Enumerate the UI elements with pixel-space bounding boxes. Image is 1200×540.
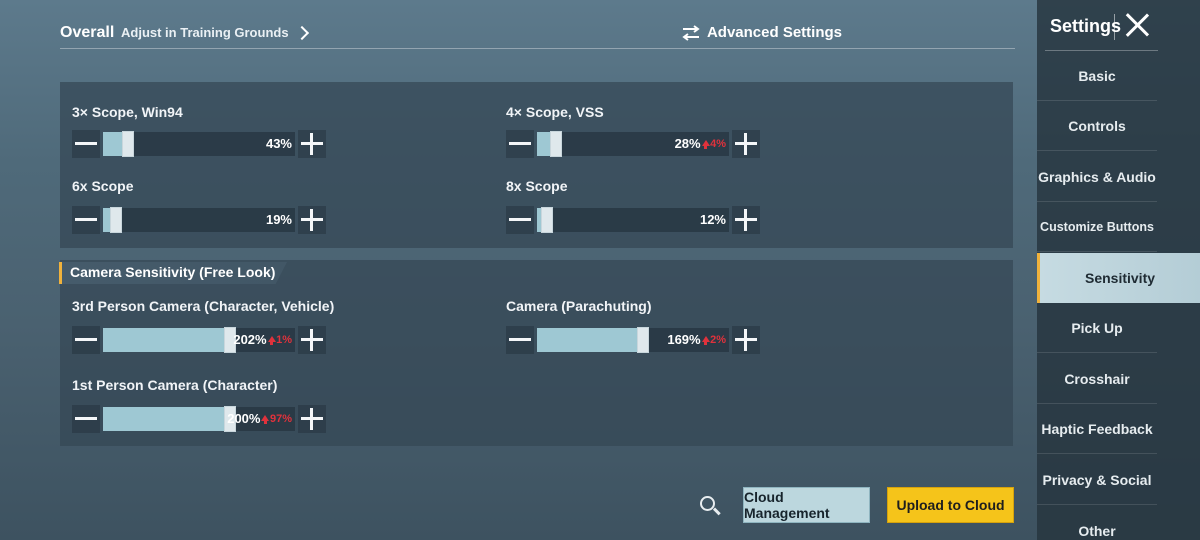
minus-button[interactable] xyxy=(506,130,534,158)
slider-value: 200% 97% xyxy=(227,411,292,426)
slider-thumb[interactable] xyxy=(122,131,134,157)
delta-indicator: 2% xyxy=(701,333,726,346)
minus-button[interactable] xyxy=(506,206,534,234)
slider-track[interactable]: 28% 4% xyxy=(537,131,729,157)
slider-value: 12% xyxy=(700,212,726,227)
slider-fill xyxy=(103,407,230,431)
slider-track[interactable]: 12% xyxy=(537,207,729,233)
third-person-slider: 202% 1% xyxy=(72,325,326,355)
value-text: 19% xyxy=(265,212,292,227)
scope-3x-slider: 43% xyxy=(72,129,326,159)
scope-4x-label: 4× Scope, VSS xyxy=(506,104,604,120)
scope-6x-slider: 19% xyxy=(72,205,326,235)
slider-thumb[interactable] xyxy=(110,207,122,233)
value-text: 200% xyxy=(227,411,261,426)
value-text: 169% xyxy=(667,332,701,347)
slider-value: 202% 1% xyxy=(233,332,292,347)
sidebar-item-graphics-audio[interactable]: Graphics & Audio xyxy=(1037,152,1157,202)
value-text: 28% xyxy=(674,136,701,151)
plus-button[interactable] xyxy=(298,326,326,354)
slider-track[interactable]: 200% 97% xyxy=(103,406,295,432)
delta-text: 1% xyxy=(276,333,292,346)
slider-value: 19% xyxy=(266,212,292,227)
chevron-right-icon xyxy=(294,25,309,40)
scope-8x-slider: 12% xyxy=(506,205,760,235)
slider-value: 169% 2% xyxy=(667,332,726,347)
close-icon[interactable] xyxy=(1124,12,1150,38)
slider-thumb[interactable] xyxy=(541,207,553,233)
slider-track[interactable]: 43% xyxy=(103,131,295,157)
slider-value: 43% xyxy=(266,136,292,151)
divider xyxy=(60,48,1015,49)
sidebar-item-sensitivity[interactable]: Sensitivity xyxy=(1037,253,1200,303)
slider-fill xyxy=(103,328,230,352)
minus-button[interactable] xyxy=(72,326,100,354)
first-person-label: 1st Person Camera (Character) xyxy=(72,377,278,393)
scope-3x-label: 3× Scope, Win94 xyxy=(72,104,183,120)
swap-arrows-icon xyxy=(682,24,700,41)
sidebar-item-pick-up[interactable]: Pick Up xyxy=(1037,303,1157,353)
sidebar-item-haptic-feedback[interactable]: Haptic Feedback xyxy=(1037,404,1157,454)
advanced-settings-button[interactable]: Advanced Settings xyxy=(681,24,842,41)
tab-adjust-training-grounds[interactable]: Adjust in Training Grounds xyxy=(121,25,309,40)
minus-button[interactable] xyxy=(72,206,100,234)
slider-track[interactable]: 19% xyxy=(103,207,295,233)
third-person-label: 3rd Person Camera (Character, Vehicle) xyxy=(72,298,335,314)
advanced-settings-label: Advanced Settings xyxy=(706,24,842,41)
minus-button[interactable] xyxy=(72,405,100,433)
tab-adjust-label: Adjust in Training Grounds xyxy=(121,25,289,40)
upload-to-cloud-button[interactable]: Upload to Cloud xyxy=(887,487,1014,523)
plus-button[interactable] xyxy=(732,326,760,354)
delta-indicator: 97% xyxy=(261,413,292,425)
sidebar-item-customize-buttons[interactable]: Customize Buttons xyxy=(1037,202,1157,252)
slider-thumb[interactable] xyxy=(550,131,562,157)
minus-button[interactable] xyxy=(506,326,534,354)
value-text: 202% xyxy=(233,332,267,347)
slider-value: 28% 4% xyxy=(675,136,726,151)
section-title: Camera Sensitivity (Free Look) xyxy=(70,264,276,280)
sidebar-item-crosshair[interactable]: Crosshair xyxy=(1037,354,1157,404)
scope-6x-label: 6x Scope xyxy=(72,178,134,194)
plus-button[interactable] xyxy=(732,206,760,234)
delta-indicator: 4% xyxy=(701,137,726,150)
delta-text: 2% xyxy=(710,333,726,346)
scope-4x-slider: 28% 4% xyxy=(506,129,760,159)
delta-text: 4% xyxy=(710,137,726,150)
plus-button[interactable] xyxy=(298,206,326,234)
slider-track[interactable]: 169% 2% xyxy=(537,327,729,353)
value-text: 43% xyxy=(265,136,292,151)
top-bar: Overall Adjust in Training Grounds Advan… xyxy=(0,0,1030,66)
sidebar-item-privacy-social[interactable]: Privacy & Social xyxy=(1037,455,1157,505)
sidebar-item-controls[interactable]: Controls xyxy=(1037,101,1157,151)
plus-button[interactable] xyxy=(298,405,326,433)
sidebar-title: Settings xyxy=(1050,16,1122,36)
divider xyxy=(1114,14,1115,40)
sidebar-item-other[interactable]: Other xyxy=(1037,506,1157,540)
slider-fill xyxy=(537,328,643,352)
search-icon[interactable] xyxy=(698,494,722,518)
delta-text: 97% xyxy=(269,412,292,425)
tab-overall[interactable]: Overall xyxy=(60,24,114,42)
value-text: 12% xyxy=(699,212,726,227)
plus-button[interactable] xyxy=(732,130,760,158)
scope-8x-label: 8x Scope xyxy=(506,178,568,194)
first-person-slider: 200% 97% xyxy=(72,404,326,434)
parachuting-label: Camera (Parachuting) xyxy=(506,298,652,314)
slider-thumb[interactable] xyxy=(637,327,649,353)
sidebar-item-basic[interactable]: Basic xyxy=(1037,51,1157,101)
slider-track[interactable]: 202% 1% xyxy=(103,327,295,353)
parachuting-slider: 169% 2% xyxy=(506,325,760,355)
minus-button[interactable] xyxy=(72,130,100,158)
delta-indicator: 1% xyxy=(267,333,292,346)
cloud-management-button[interactable]: Cloud Management xyxy=(743,487,870,523)
plus-button[interactable] xyxy=(298,130,326,158)
